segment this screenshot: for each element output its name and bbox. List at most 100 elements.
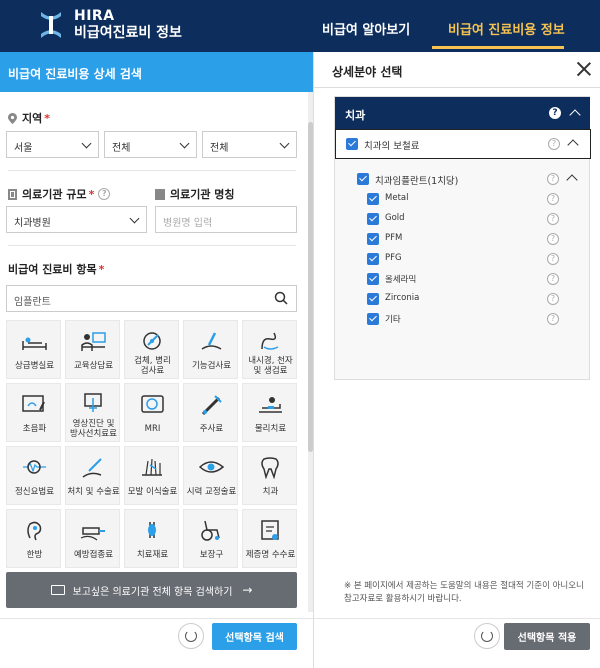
category-tile-10[interactable]: 물리치료 — [242, 383, 297, 442]
refresh-icon — [185, 630, 197, 642]
help-icon[interactable]: ? — [547, 273, 559, 285]
help-icon[interactable]: ? — [549, 107, 561, 119]
help-icon[interactable]: ? — [547, 173, 559, 185]
chevron-up-icon[interactable] — [566, 174, 578, 186]
search-all-items-button[interactable]: 보고싶은 의료기관 전체 항목 검색하기 → — [6, 572, 297, 608]
category-tile-3[interactable]: 검체, 병리 검사료 — [124, 320, 179, 379]
hira-logo-icon — [38, 10, 64, 40]
category-tile-13[interactable]: 모발 이식술료 — [124, 446, 179, 505]
category-tile-8[interactable]: MRI — [124, 383, 179, 442]
brain-icon — [20, 455, 49, 479]
facility-name-label: 의료기관 명칭 — [155, 186, 235, 202]
category-tile-17[interactable]: 예방접종료 — [65, 509, 120, 568]
category-tile-5[interactable]: 내시경, 천자 및 생검료 — [242, 320, 297, 379]
chevron-up-icon[interactable] — [569, 109, 581, 121]
facility-size-value: 치과병원 — [14, 218, 51, 229]
chevron-down-icon — [279, 138, 290, 149]
category-tile-label: 정신요법료 — [14, 487, 55, 497]
region-town-select[interactable]: 전체 — [202, 131, 297, 158]
reset-button[interactable] — [474, 623, 500, 649]
category-tile-label: 치료재료 — [136, 550, 169, 560]
facility-size-label: 의료기관 규모 * ? — [8, 186, 111, 202]
consult-icon — [79, 329, 108, 353]
chevron-up-icon[interactable] — [567, 139, 579, 151]
facility-size-select[interactable]: 치과병원 — [6, 206, 147, 233]
category-tile-9[interactable]: 주사료 — [183, 383, 238, 442]
category-tile-19[interactable]: 보장구 — [183, 509, 238, 568]
checkbox-checked-icon[interactable] — [367, 233, 379, 245]
category-tile-label: 치과 — [262, 487, 279, 497]
help-icon[interactable]: ? — [547, 213, 559, 225]
help-icon[interactable]: ? — [547, 293, 559, 305]
tree-category-header[interactable]: 치과 ? — [335, 97, 590, 129]
search-selected-button[interactable]: 선택항목 검색 — [212, 623, 297, 650]
category-tile-label: 초음파 — [22, 424, 47, 434]
help-icon[interactable]: ? — [547, 193, 559, 205]
help-icon[interactable]: ? — [547, 253, 559, 265]
hira-logo[interactable]: HIRA 비급여진료비 정보 — [38, 8, 182, 42]
scrollbar-thumb[interactable] — [308, 122, 313, 452]
category-tile-12[interactable]: 처치 및 수술료 — [65, 446, 120, 505]
checkbox-checked-icon[interactable] — [367, 293, 379, 305]
wheelchair-icon — [197, 518, 226, 542]
close-icon[interactable] — [576, 61, 592, 77]
hospital-icon — [155, 188, 165, 200]
help-icon[interactable]: ? — [547, 313, 559, 325]
nav-noncovered-cost[interactable]: 비급여 진료비용 정보 — [448, 19, 565, 38]
help-icon[interactable]: ? — [98, 188, 111, 200]
items-search-input[interactable]: 임플란트 — [6, 285, 297, 312]
category-tile-label: 보장구 — [199, 550, 224, 560]
option-label: Zirconia — [385, 293, 420, 303]
category-tile-label: 영상진단 및 방사선치료료 — [70, 419, 117, 439]
category-tile-4[interactable]: 기능검사료 — [183, 320, 238, 379]
scrollbar[interactable] — [308, 92, 313, 612]
divider — [8, 170, 296, 171]
chevron-down-icon — [179, 138, 190, 149]
region-district-select[interactable]: 전체 — [104, 131, 197, 158]
option-label: Gold — [385, 213, 405, 223]
search-icon[interactable] — [274, 291, 288, 305]
facility-size-text: 의료기관 규모 — [22, 188, 87, 201]
nav-learn-noncovered[interactable]: 비급여 알아보기 — [322, 19, 410, 38]
arrow-right-icon: → — [242, 583, 253, 597]
checkbox-checked-icon[interactable] — [367, 273, 379, 285]
category-tile-15[interactable]: 치과 — [242, 446, 297, 505]
reset-button[interactable] — [178, 623, 204, 649]
checkbox-checked-icon[interactable] — [367, 313, 379, 325]
category-tile-2[interactable]: 교육상담료 — [65, 320, 120, 379]
category-tile-18[interactable]: 치료재료 — [124, 509, 179, 568]
category-tile-6[interactable]: 초음파 — [6, 383, 61, 442]
chevron-down-icon — [81, 138, 92, 149]
required-mark: * — [44, 111, 51, 125]
option-label: PFM — [385, 233, 403, 243]
checkbox-checked-icon[interactable] — [367, 253, 379, 265]
bed-icon — [20, 329, 49, 353]
endoscope-icon — [256, 329, 285, 353]
subcategory-row[interactable]: 치과의 보철료 ? — [335, 129, 591, 159]
help-icon[interactable]: ? — [547, 233, 559, 245]
checkbox-checked-icon[interactable] — [367, 193, 379, 205]
detail-field-panel: 상세분야 선택 치과 ? 치과의 보철료 ? 치과임플란트(1치당)? Metal… — [314, 52, 600, 668]
region-town-value: 전체 — [210, 143, 229, 154]
syringe-icon — [197, 392, 226, 416]
category-tile-16[interactable]: 한방 — [6, 509, 61, 568]
microscope-icon — [138, 329, 167, 353]
apply-selected-button[interactable]: 선택항목 적용 — [504, 623, 590, 650]
location-pin-icon — [8, 112, 17, 124]
checkbox-checked-icon[interactable] — [346, 138, 358, 150]
logo-korean: 비급여진료비 정보 — [74, 25, 182, 41]
category-tile-label: 한방 — [26, 550, 43, 560]
category-tile-1[interactable]: 상급병실료 — [6, 320, 61, 379]
facility-name-input[interactable]: 병원명 입력 — [155, 206, 297, 233]
region-city-select[interactable]: 서울 — [6, 131, 99, 158]
category-tile-11[interactable]: 정신요법료 — [6, 446, 61, 505]
checkbox-checked-icon[interactable] — [357, 173, 369, 185]
region-district-value: 전체 — [112, 143, 131, 154]
category-tile-14[interactable]: 시력 교정술료 — [183, 446, 238, 505]
checkbox-checked-icon[interactable] — [367, 213, 379, 225]
help-icon[interactable]: ? — [548, 138, 560, 150]
category-tile-20[interactable]: 제증명 수수료 — [242, 509, 297, 568]
region-city-value: 서울 — [14, 143, 33, 154]
category-tile-7[interactable]: 영상진단 및 방사선치료료 — [65, 383, 120, 442]
category-tree: 치과 ? 치과의 보철료 ? 치과임플란트(1치당)? Metal? Gold? PF… — [334, 96, 591, 380]
